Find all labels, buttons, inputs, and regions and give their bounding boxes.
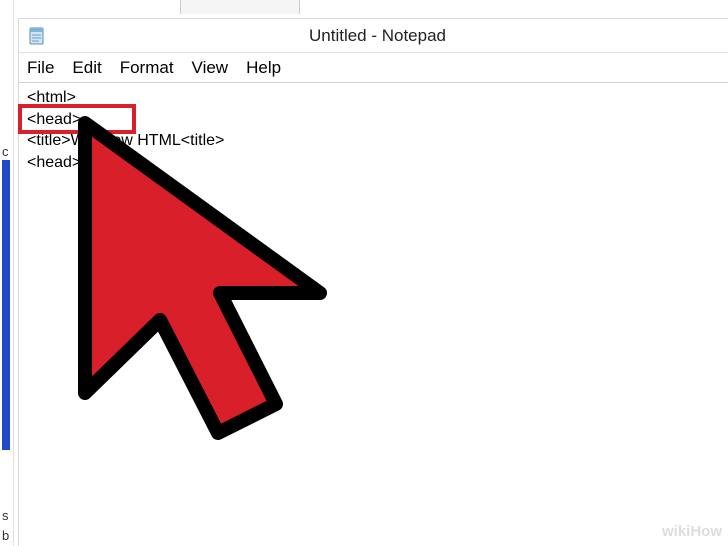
- strip-mark-b: b: [2, 528, 9, 543]
- left-scroll-strip: c s b: [0, 0, 14, 546]
- notepad-app-icon: [27, 26, 47, 46]
- strip-mark-c: c: [2, 144, 9, 159]
- notepad-window: Untitled - Notepad File Edit Format View…: [18, 18, 728, 546]
- editor-line: <head>: [27, 109, 720, 131]
- menu-help[interactable]: Help: [246, 58, 281, 78]
- menu-format[interactable]: Format: [120, 58, 174, 78]
- watermark: wikiHow: [662, 523, 722, 540]
- strip-mark-s: s: [2, 508, 9, 523]
- editor-line: <html>: [27, 87, 720, 109]
- titlebar[interactable]: Untitled - Notepad: [19, 19, 728, 53]
- editor-line: <head>: [27, 152, 720, 174]
- editor-line: <title>WikiHow HTML<title>: [27, 130, 720, 152]
- menu-view[interactable]: View: [192, 58, 229, 78]
- strip-blue-bar: [2, 160, 10, 450]
- menu-edit[interactable]: Edit: [72, 58, 101, 78]
- text-editor-area[interactable]: <html> <head> <title>WikiHow HTML<title>…: [19, 83, 728, 177]
- menubar: File Edit Format View Help: [19, 53, 728, 83]
- menu-file[interactable]: File: [27, 58, 54, 78]
- browser-tab-fragment: [180, 0, 300, 14]
- window-title: Untitled - Notepad: [47, 26, 728, 46]
